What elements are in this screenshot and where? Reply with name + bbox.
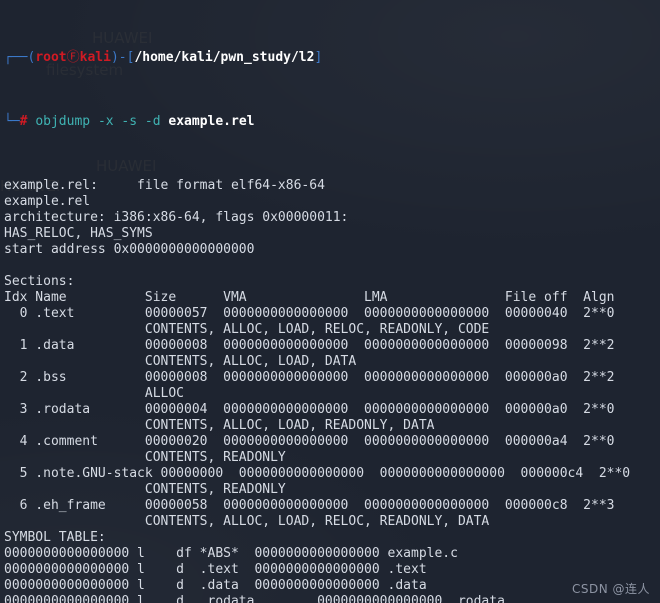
output-line: CONTENTS, ALLOC, LOAD, READONLY, DATA [4, 418, 435, 433]
output-line: architecture: i386:x86-64, flags 0x00000… [4, 210, 349, 225]
prompt-user: root [35, 50, 67, 65]
output-line: 3 .rodata 00000004 0000000000000000 0000… [4, 402, 615, 417]
prompt-corner-icon: └─ [4, 114, 20, 129]
prompt-dash: - [118, 50, 127, 65]
prompt-line-2[interactable]: └─# objdump -x -s -d example.rel [4, 114, 660, 130]
output-line: CONTENTS, READONLY [4, 482, 286, 497]
output-line: CONTENTS, ALLOC, LOAD, RELOC, READONLY, … [4, 514, 490, 529]
output-line: HAS_RELOC, HAS_SYMS [4, 226, 153, 241]
output-line: CONTENTS, ALLOC, LOAD, RELOC, READONLY, … [4, 322, 490, 337]
command-flag-s: -s [121, 114, 138, 129]
output-line: 0000000000000000 l df *ABS* 000000000000… [4, 546, 458, 561]
prompt-host: kali [79, 50, 111, 65]
command-output: example.rel: file format elf64-x86-64 exa… [4, 178, 660, 603]
command-argument: example.rel [168, 114, 255, 129]
command-name: objdump [35, 114, 91, 129]
output-line: Idx Name Size VMA LMA File off Algn [4, 290, 615, 305]
output-line: 0000000000000000 l d .data 0000000000000… [4, 578, 427, 593]
output-line: 5 .note.GNU-stack 00000000 0000000000000… [4, 466, 631, 481]
prompt-box-prefix-icon: ┌── [4, 50, 28, 65]
prompt-path: /home/kali/pwn_study/l2 [134, 50, 315, 65]
output-line: 0000000000000000 l d .rodata 00000000000… [4, 594, 505, 603]
terminal-window[interactable]: HUAWEI filesystem HUAWEI HUAWEI ┌──(root… [0, 0, 660, 603]
command-flag-x: -x [97, 114, 114, 129]
prompt-paren-close: ) [110, 50, 119, 65]
csdn-watermark: CSDN @连人 [571, 582, 650, 596]
terminal-screen[interactable]: ┌──(rootⒻkali)-[/home/kali/pwn_study/l2]… [0, 0, 660, 603]
output-line: Sections: [4, 274, 75, 289]
output-line: CONTENTS, READONLY [4, 450, 286, 465]
output-line: SYMBOL TABLE: [4, 530, 106, 545]
output-line: example.rel [4, 194, 91, 209]
output-line: ALLOC [4, 386, 185, 401]
output-line: 4 .comment 00000020 0000000000000000 000… [4, 434, 615, 449]
prompt-bracket-close: ] [314, 50, 323, 65]
output-line: example.rel: file format elf64-x86-64 [4, 178, 325, 193]
output-line: 0000000000000000 l d .text 0000000000000… [4, 562, 427, 577]
output-line: start address 0x0000000000000000 [4, 242, 255, 257]
output-line: CONTENTS, ALLOC, LOAD, DATA [4, 354, 357, 369]
output-line: 1 .data 00000008 0000000000000000 000000… [4, 338, 615, 353]
output-line: 6 .eh_frame 00000058 0000000000000000 00… [4, 498, 615, 513]
prompt-line-1: ┌──(rootⒻkali)-[/home/kali/pwn_study/l2] [4, 50, 660, 66]
command-flag-d: -d [144, 114, 161, 129]
output-line: 2 .bss 00000008 0000000000000000 0000000… [4, 370, 615, 385]
output-line: 0 .text 00000057 0000000000000000 000000… [4, 306, 615, 321]
kali-logo-icon: Ⓕ [66, 50, 80, 65]
